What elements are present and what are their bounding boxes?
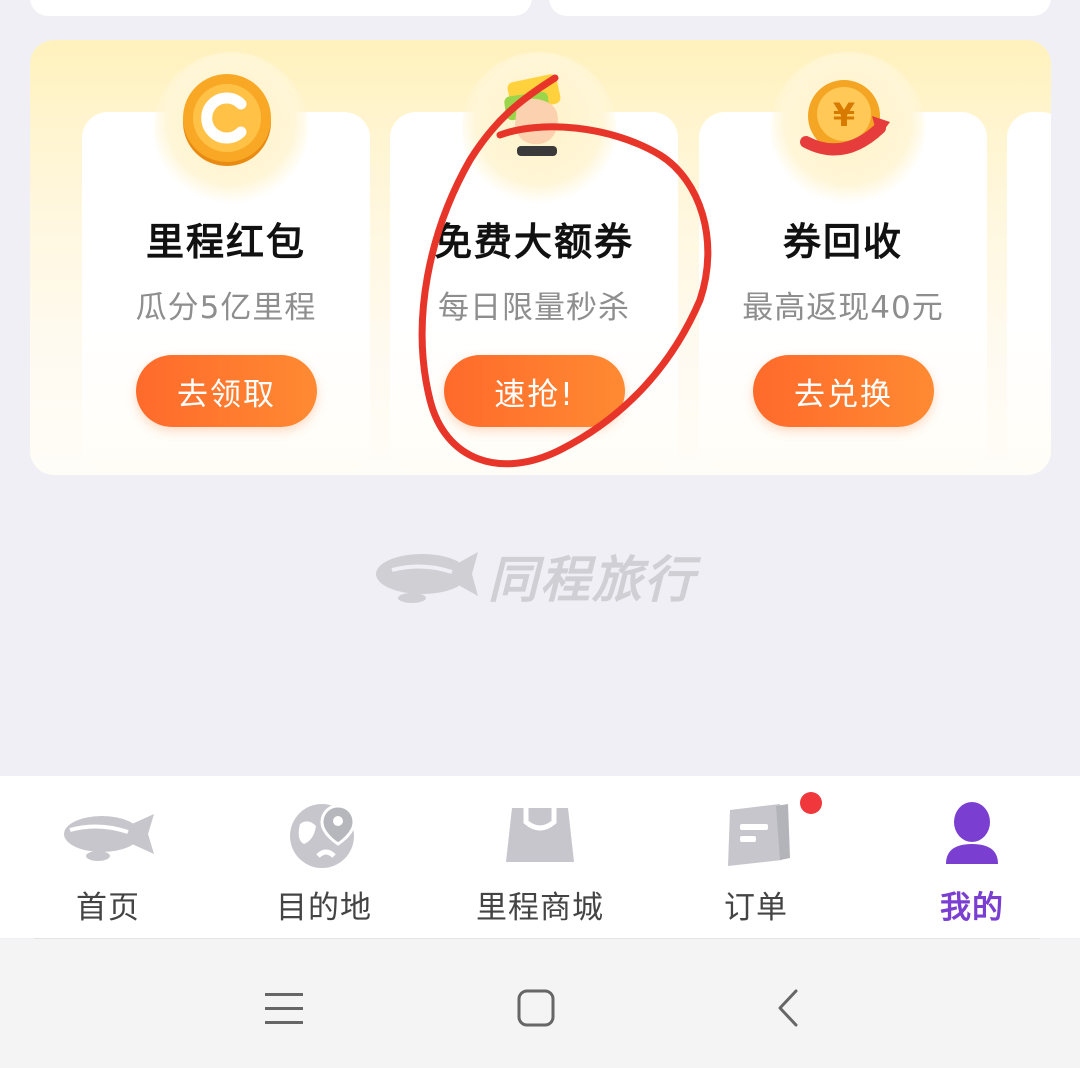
promo-card-partial[interactable] [1007, 112, 1051, 472]
tab-destination[interactable]: 目的地 [216, 776, 432, 938]
tab-label: 我的 [940, 890, 1004, 926]
shopping-bag-icon [490, 800, 590, 870]
menu-icon[interactable] [255, 979, 315, 1039]
user-profile-icon [922, 800, 1022, 870]
tab-home[interactable]: 首页 [0, 776, 216, 938]
brand-logo: 同程旅行 [372, 540, 712, 612]
claim-button[interactable]: 去领取 [136, 355, 317, 427]
top-card-right[interactable] [549, 0, 1051, 16]
card-title: 券回收 [782, 220, 903, 264]
exchange-button[interactable]: 去兑换 [753, 355, 934, 427]
bottom-tab-bar: 首页 目的地 里程商城 订单 我的 [0, 776, 1080, 938]
order-document-icon [706, 800, 806, 870]
brand-name: 同程旅行 [488, 551, 696, 609]
promo-panel: 里程红包 瓜分5亿里程 去领取 免费大额券 每日限量秒杀 速抢! ¥ 券回收 最… [30, 40, 1051, 475]
tab-label: 订单 [724, 890, 788, 926]
back-icon[interactable] [760, 979, 820, 1039]
globe-pin-icon [274, 800, 374, 870]
tab-mileage-mall[interactable]: 里程商城 [432, 776, 648, 938]
yuan-coin-arrow-icon: ¥ [796, 72, 892, 168]
tab-label: 目的地 [276, 890, 372, 926]
coupon-hand-icon [487, 72, 583, 168]
card-title: 免费大额券 [433, 220, 634, 264]
promo-card-coupon-recycle[interactable]: ¥ 券回收 最高返现40元 去兑换 [699, 52, 987, 472]
card-subtitle: 瓜分5亿里程 [135, 290, 317, 326]
card-title: 里程红包 [145, 220, 306, 264]
coin-c-icon [179, 72, 275, 168]
home-icon[interactable] [507, 979, 567, 1039]
notification-badge [800, 792, 822, 814]
tab-profile[interactable]: 我的 [864, 776, 1080, 938]
card-subtitle: 每日限量秒杀 [438, 290, 630, 326]
tab-orders[interactable]: 订单 [648, 776, 864, 938]
airship-logo-icon [372, 542, 480, 610]
promo-card-mileage-redpacket[interactable]: 里程红包 瓜分5亿里程 去领取 [82, 52, 370, 472]
card-subtitle: 最高返现40元 [742, 290, 944, 326]
top-card-left[interactable] [30, 0, 532, 16]
tab-label: 首页 [76, 890, 140, 926]
tab-label: 里程商城 [476, 890, 604, 926]
svg-text:¥: ¥ [833, 96, 855, 134]
airship-icon [58, 800, 158, 870]
system-navigation-bar [0, 939, 1080, 1068]
promo-card-free-coupon[interactable]: 免费大额券 每日限量秒杀 速抢! [390, 52, 678, 472]
grab-button[interactable]: 速抢! [444, 355, 625, 427]
